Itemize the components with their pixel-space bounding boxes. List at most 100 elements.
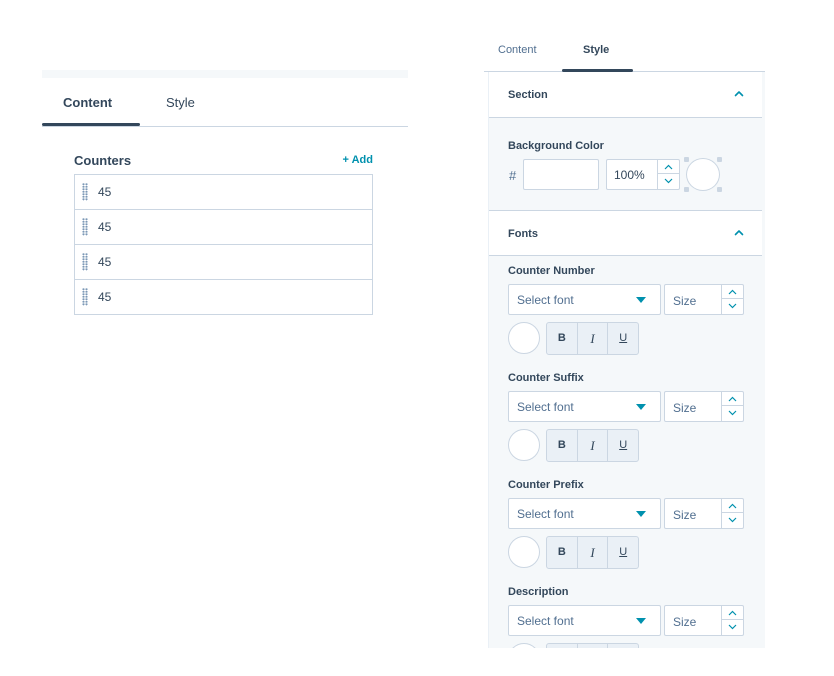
counter-row[interactable]: 45 xyxy=(75,245,372,280)
spinner-down-button[interactable] xyxy=(722,620,743,634)
opacity-value: 100% xyxy=(614,168,645,182)
drag-handle-icon[interactable] xyxy=(82,183,88,201)
spinner-down-button[interactable] xyxy=(722,299,743,313)
italic-button[interactable]: I xyxy=(578,644,609,648)
opacity-stepper xyxy=(657,160,679,189)
spinner-up-button[interactable] xyxy=(658,160,679,174)
fonts-title: Fonts xyxy=(508,228,538,240)
description-label: Description xyxy=(508,586,569,598)
background-color-swatch[interactable] xyxy=(684,157,722,192)
counter-prefix-label: Counter Prefix xyxy=(508,479,584,491)
caret-down-icon xyxy=(636,404,646,410)
counters-heading: Counters xyxy=(74,153,132,168)
counter-number-font-select[interactable]: Select font xyxy=(508,284,661,315)
chevron-up-icon xyxy=(734,230,744,236)
counter-suffix-color-swatch[interactable] xyxy=(508,429,540,461)
counter-value: 45 xyxy=(98,220,112,234)
spinner-down-button[interactable] xyxy=(658,174,679,188)
spinner-up-icon xyxy=(728,610,737,616)
spinner-up-button[interactable] xyxy=(722,392,743,406)
hex-color-input[interactable] xyxy=(523,159,599,190)
background-color-label: Background Color xyxy=(508,140,604,152)
size-placeholder: Size xyxy=(673,294,697,308)
spinner-down-button[interactable] xyxy=(722,406,743,420)
spinner-up-button[interactable] xyxy=(722,285,743,299)
drag-handle-icon[interactable] xyxy=(82,288,88,306)
description-size-field[interactable]: Size xyxy=(664,605,744,636)
spinner-down-icon xyxy=(728,624,737,630)
tab-style[interactable]: Style xyxy=(166,95,195,110)
description-font-select[interactable]: Select font xyxy=(508,605,661,636)
opacity-field[interactable]: 100% xyxy=(606,159,680,190)
section-header[interactable]: Section xyxy=(489,72,762,118)
italic-button[interactable]: I xyxy=(578,537,609,568)
spinner-up-icon xyxy=(728,503,737,509)
bold-button[interactable]: B xyxy=(547,430,578,461)
size-placeholder: Size xyxy=(673,508,697,522)
underline-button[interactable]: U xyxy=(608,644,638,648)
counter-value: 45 xyxy=(98,290,112,304)
counter-row[interactable]: 45 xyxy=(75,280,372,314)
underline-button[interactable]: U xyxy=(608,430,638,461)
chevron-up-icon xyxy=(734,91,744,97)
style-settings: Section Background Color # 100% Fonts Co… xyxy=(488,72,765,648)
description-color-swatch[interactable] xyxy=(508,643,540,648)
spinner-down-icon xyxy=(728,410,737,416)
bold-button[interactable]: B xyxy=(547,644,578,648)
counter-prefix-format-group: B I U xyxy=(546,536,639,569)
add-counter-button[interactable]: + Add xyxy=(343,154,373,166)
underline-button[interactable]: U xyxy=(608,537,638,568)
spinner-up-icon xyxy=(728,289,737,295)
underline-button[interactable]: U xyxy=(608,323,638,354)
size-placeholder: Size xyxy=(673,401,697,415)
spinner-up-icon xyxy=(664,164,673,170)
size-stepper xyxy=(721,392,743,421)
spinner-up-button[interactable] xyxy=(722,606,743,620)
fonts-header[interactable]: Fonts xyxy=(489,210,762,256)
italic-button[interactable]: I xyxy=(578,323,609,354)
counter-suffix-size-field[interactable]: Size xyxy=(664,391,744,422)
spinner-down-icon xyxy=(664,178,673,184)
bold-button[interactable]: B xyxy=(547,323,578,354)
tab-content[interactable]: Content xyxy=(63,95,112,110)
size-stepper xyxy=(721,606,743,635)
counter-value: 45 xyxy=(98,185,112,199)
counter-prefix-color-swatch[interactable] xyxy=(508,536,540,568)
counter-prefix-size-field[interactable]: Size xyxy=(664,498,744,529)
counter-prefix-font-select[interactable]: Select font xyxy=(508,498,661,529)
content-panel: Content Style Counters + Add 45 45 45 45 xyxy=(42,70,408,330)
tab-style[interactable]: Style xyxy=(583,44,609,56)
left-tab-bar: Content Style xyxy=(42,78,408,127)
counter-suffix-format-group: B I U xyxy=(546,429,639,462)
caret-down-icon xyxy=(636,511,646,517)
select-placeholder: Select font xyxy=(517,507,574,521)
counters-list: 45 45 45 45 xyxy=(74,174,373,315)
resize-handle xyxy=(717,157,722,162)
active-tab-indicator xyxy=(42,123,140,126)
size-stepper xyxy=(721,285,743,314)
resize-handle xyxy=(684,157,689,162)
drag-handle-icon[interactable] xyxy=(82,218,88,236)
counter-number-color-swatch[interactable] xyxy=(508,322,540,354)
counter-number-format-group: B I U xyxy=(546,322,639,355)
resize-handle xyxy=(717,187,722,192)
counter-number-label: Counter Number xyxy=(508,265,595,277)
drag-handle-icon[interactable] xyxy=(82,253,88,271)
counter-number-size-field[interactable]: Size xyxy=(664,284,744,315)
spinner-down-icon xyxy=(728,303,737,309)
panel-top-strip xyxy=(42,70,408,78)
spinner-up-button[interactable] xyxy=(722,499,743,513)
italic-button[interactable]: I xyxy=(578,430,609,461)
counter-suffix-font-select[interactable]: Select font xyxy=(508,391,661,422)
size-placeholder: Size xyxy=(673,615,697,629)
spinner-down-icon xyxy=(728,517,737,523)
counter-row[interactable]: 45 xyxy=(75,210,372,245)
bold-button[interactable]: B xyxy=(547,537,578,568)
spinner-down-button[interactable] xyxy=(722,513,743,527)
counter-row[interactable]: 45 xyxy=(75,175,372,210)
counter-value: 45 xyxy=(98,255,112,269)
select-placeholder: Select font xyxy=(517,293,574,307)
tab-content[interactable]: Content xyxy=(498,44,537,56)
spinner-up-icon xyxy=(728,396,737,402)
description-format-group: B I U xyxy=(546,643,639,648)
